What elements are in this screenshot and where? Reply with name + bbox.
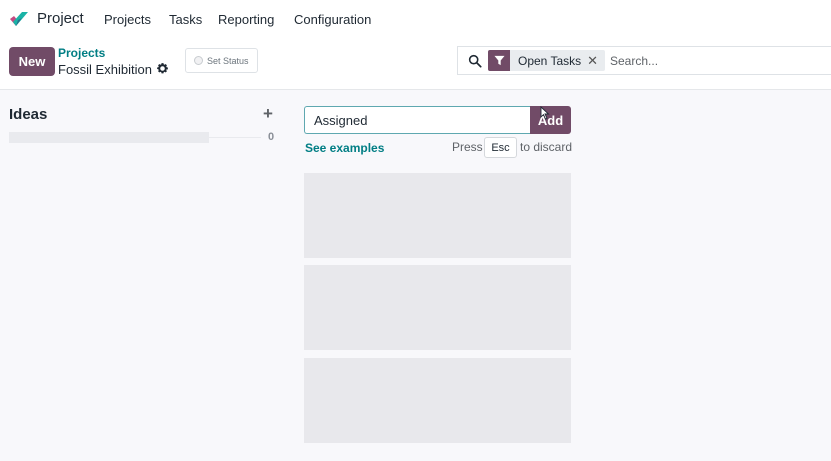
ghost-card — [304, 173, 571, 258]
new-button[interactable]: New — [9, 47, 55, 76]
column-count: 0 — [268, 131, 275, 143]
menu-projects[interactable]: Projects — [104, 12, 151, 27]
press-hint: Press — [452, 140, 483, 154]
search-bar: Open Tasks ✕ — [457, 46, 831, 75]
see-examples-link[interactable]: See examples — [305, 141, 384, 155]
control-panel: New Projects Fossil Exhibition Set Statu… — [0, 38, 831, 90]
esc-key-badge: Esc — [484, 137, 517, 158]
set-status-label: Set Status — [207, 55, 249, 66]
quick-create-input[interactable] — [304, 106, 530, 134]
breadcrumb-current: Fossil Exhibition — [58, 62, 152, 77]
search-input[interactable] — [610, 51, 820, 71]
column-title: Ideas — [9, 106, 48, 123]
search-icon[interactable] — [468, 54, 482, 68]
column-progress-track — [209, 137, 261, 138]
menu-configuration[interactable]: Configuration — [294, 12, 371, 27]
app-name[interactable]: Project — [37, 10, 84, 27]
top-navbar: Project Projects Tasks Reporting Configu… — [0, 0, 831, 38]
ghost-card — [304, 265, 571, 350]
facet-remove-icon[interactable]: ✕ — [587, 50, 605, 71]
mouse-pointer-icon — [540, 106, 550, 120]
discard-hint: to discard — [520, 140, 573, 154]
ghost-card — [304, 358, 571, 443]
menu-reporting[interactable]: Reporting — [218, 12, 274, 27]
project-app-icon[interactable] — [8, 10, 30, 28]
breadcrumb-projects-link[interactable]: Projects — [58, 46, 105, 60]
column-progress-bar — [9, 132, 209, 143]
filter-icon — [488, 50, 510, 71]
search-facet: Open Tasks ✕ — [488, 50, 606, 71]
menu-tasks[interactable]: Tasks — [169, 12, 202, 27]
status-dot-icon — [194, 56, 203, 65]
facet-label: Open Tasks — [518, 53, 582, 68]
column-add-icon[interactable]: + — [263, 104, 273, 124]
gear-icon[interactable] — [156, 62, 169, 75]
set-status-button[interactable]: Set Status — [185, 48, 258, 73]
add-button[interactable]: Add — [530, 106, 571, 134]
